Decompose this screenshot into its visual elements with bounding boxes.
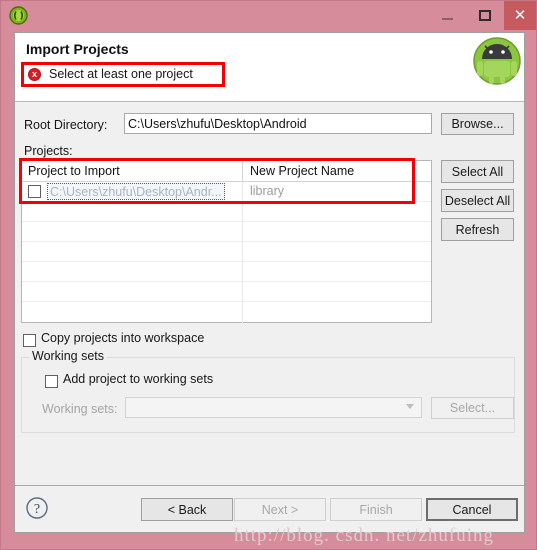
row-project-path[interactable]: C:\Users\zhufu\Desktop\Andr... (47, 183, 225, 200)
import-projects-dialog: Import Projects x Select at least one pr… (14, 32, 525, 533)
chevron-down-icon (406, 404, 414, 409)
dialog-header: Import Projects x Select at least one pr… (15, 33, 524, 102)
add-to-working-sets-checkbox[interactable] (45, 375, 58, 388)
error-circle-icon: x (28, 68, 41, 81)
projects-table[interactable]: Project to Import New Project Name C:\Us… (21, 160, 432, 323)
finish-button: Finish (330, 498, 422, 521)
error-message-text: Select at least one project (49, 67, 193, 81)
dialog-footer: ? < Back Next > Finish Cancel (15, 486, 524, 532)
projects-label: Projects: (24, 144, 73, 158)
page-title: Import Projects (26, 41, 129, 57)
working-sets-group-title: Working sets (29, 349, 108, 363)
table-row[interactable] (22, 282, 431, 302)
row-new-project-name[interactable]: library (250, 184, 284, 198)
copy-projects-checkbox[interactable] (23, 334, 36, 347)
back-button[interactable]: < Back (141, 498, 233, 521)
column-header-project-to-import[interactable]: Project to Import (28, 164, 120, 178)
dialog-content: Root Directory: Browse... Projects: Proj… (15, 103, 524, 463)
deselect-all-button[interactable]: Deselect All (441, 189, 514, 212)
window-titlebar: ✕ (1, 1, 536, 31)
application-window: ✕ Import Projects x Select at least one … (0, 0, 537, 550)
row-checkbox[interactable] (28, 185, 41, 198)
error-message-banner: x Select at least one project (21, 62, 225, 87)
question-mark-icon[interactable]: ? (25, 496, 49, 520)
root-directory-label: Root Directory: (24, 118, 108, 132)
close-button[interactable]: ✕ (504, 1, 536, 30)
table-row[interactable] (22, 222, 431, 242)
working-sets-group (21, 357, 515, 433)
minimize-button[interactable] (428, 1, 466, 30)
column-divider (242, 161, 243, 182)
next-button: Next > (234, 498, 326, 521)
select-all-button[interactable]: Select All (441, 160, 514, 183)
working-sets-select[interactable] (125, 397, 422, 418)
working-sets-select-button[interactable]: Select... (431, 397, 514, 419)
working-sets-label: Working sets: (42, 402, 118, 416)
eclipse-icon (9, 6, 28, 25)
table-row[interactable] (22, 262, 431, 282)
table-row[interactable] (22, 202, 431, 222)
table-header-row: Project to Import New Project Name (22, 161, 431, 182)
cancel-button[interactable]: Cancel (426, 498, 518, 521)
maximize-button[interactable] (466, 1, 504, 30)
maximize-icon (479, 10, 491, 21)
table-row[interactable] (22, 242, 431, 262)
add-to-working-sets-label[interactable]: Add project to working sets (63, 372, 213, 386)
browse-button[interactable]: Browse... (441, 113, 514, 135)
svg-text:?: ? (34, 502, 40, 517)
android-robot-logo (472, 36, 522, 86)
close-icon: ✕ (513, 7, 527, 24)
copy-projects-label[interactable]: Copy projects into workspace (41, 331, 204, 345)
column-header-new-project-name[interactable]: New Project Name (250, 164, 354, 178)
refresh-button[interactable]: Refresh (441, 218, 514, 241)
minimize-icon (441, 17, 453, 20)
table-row[interactable] (22, 302, 431, 322)
root-directory-input[interactable] (124, 113, 432, 134)
